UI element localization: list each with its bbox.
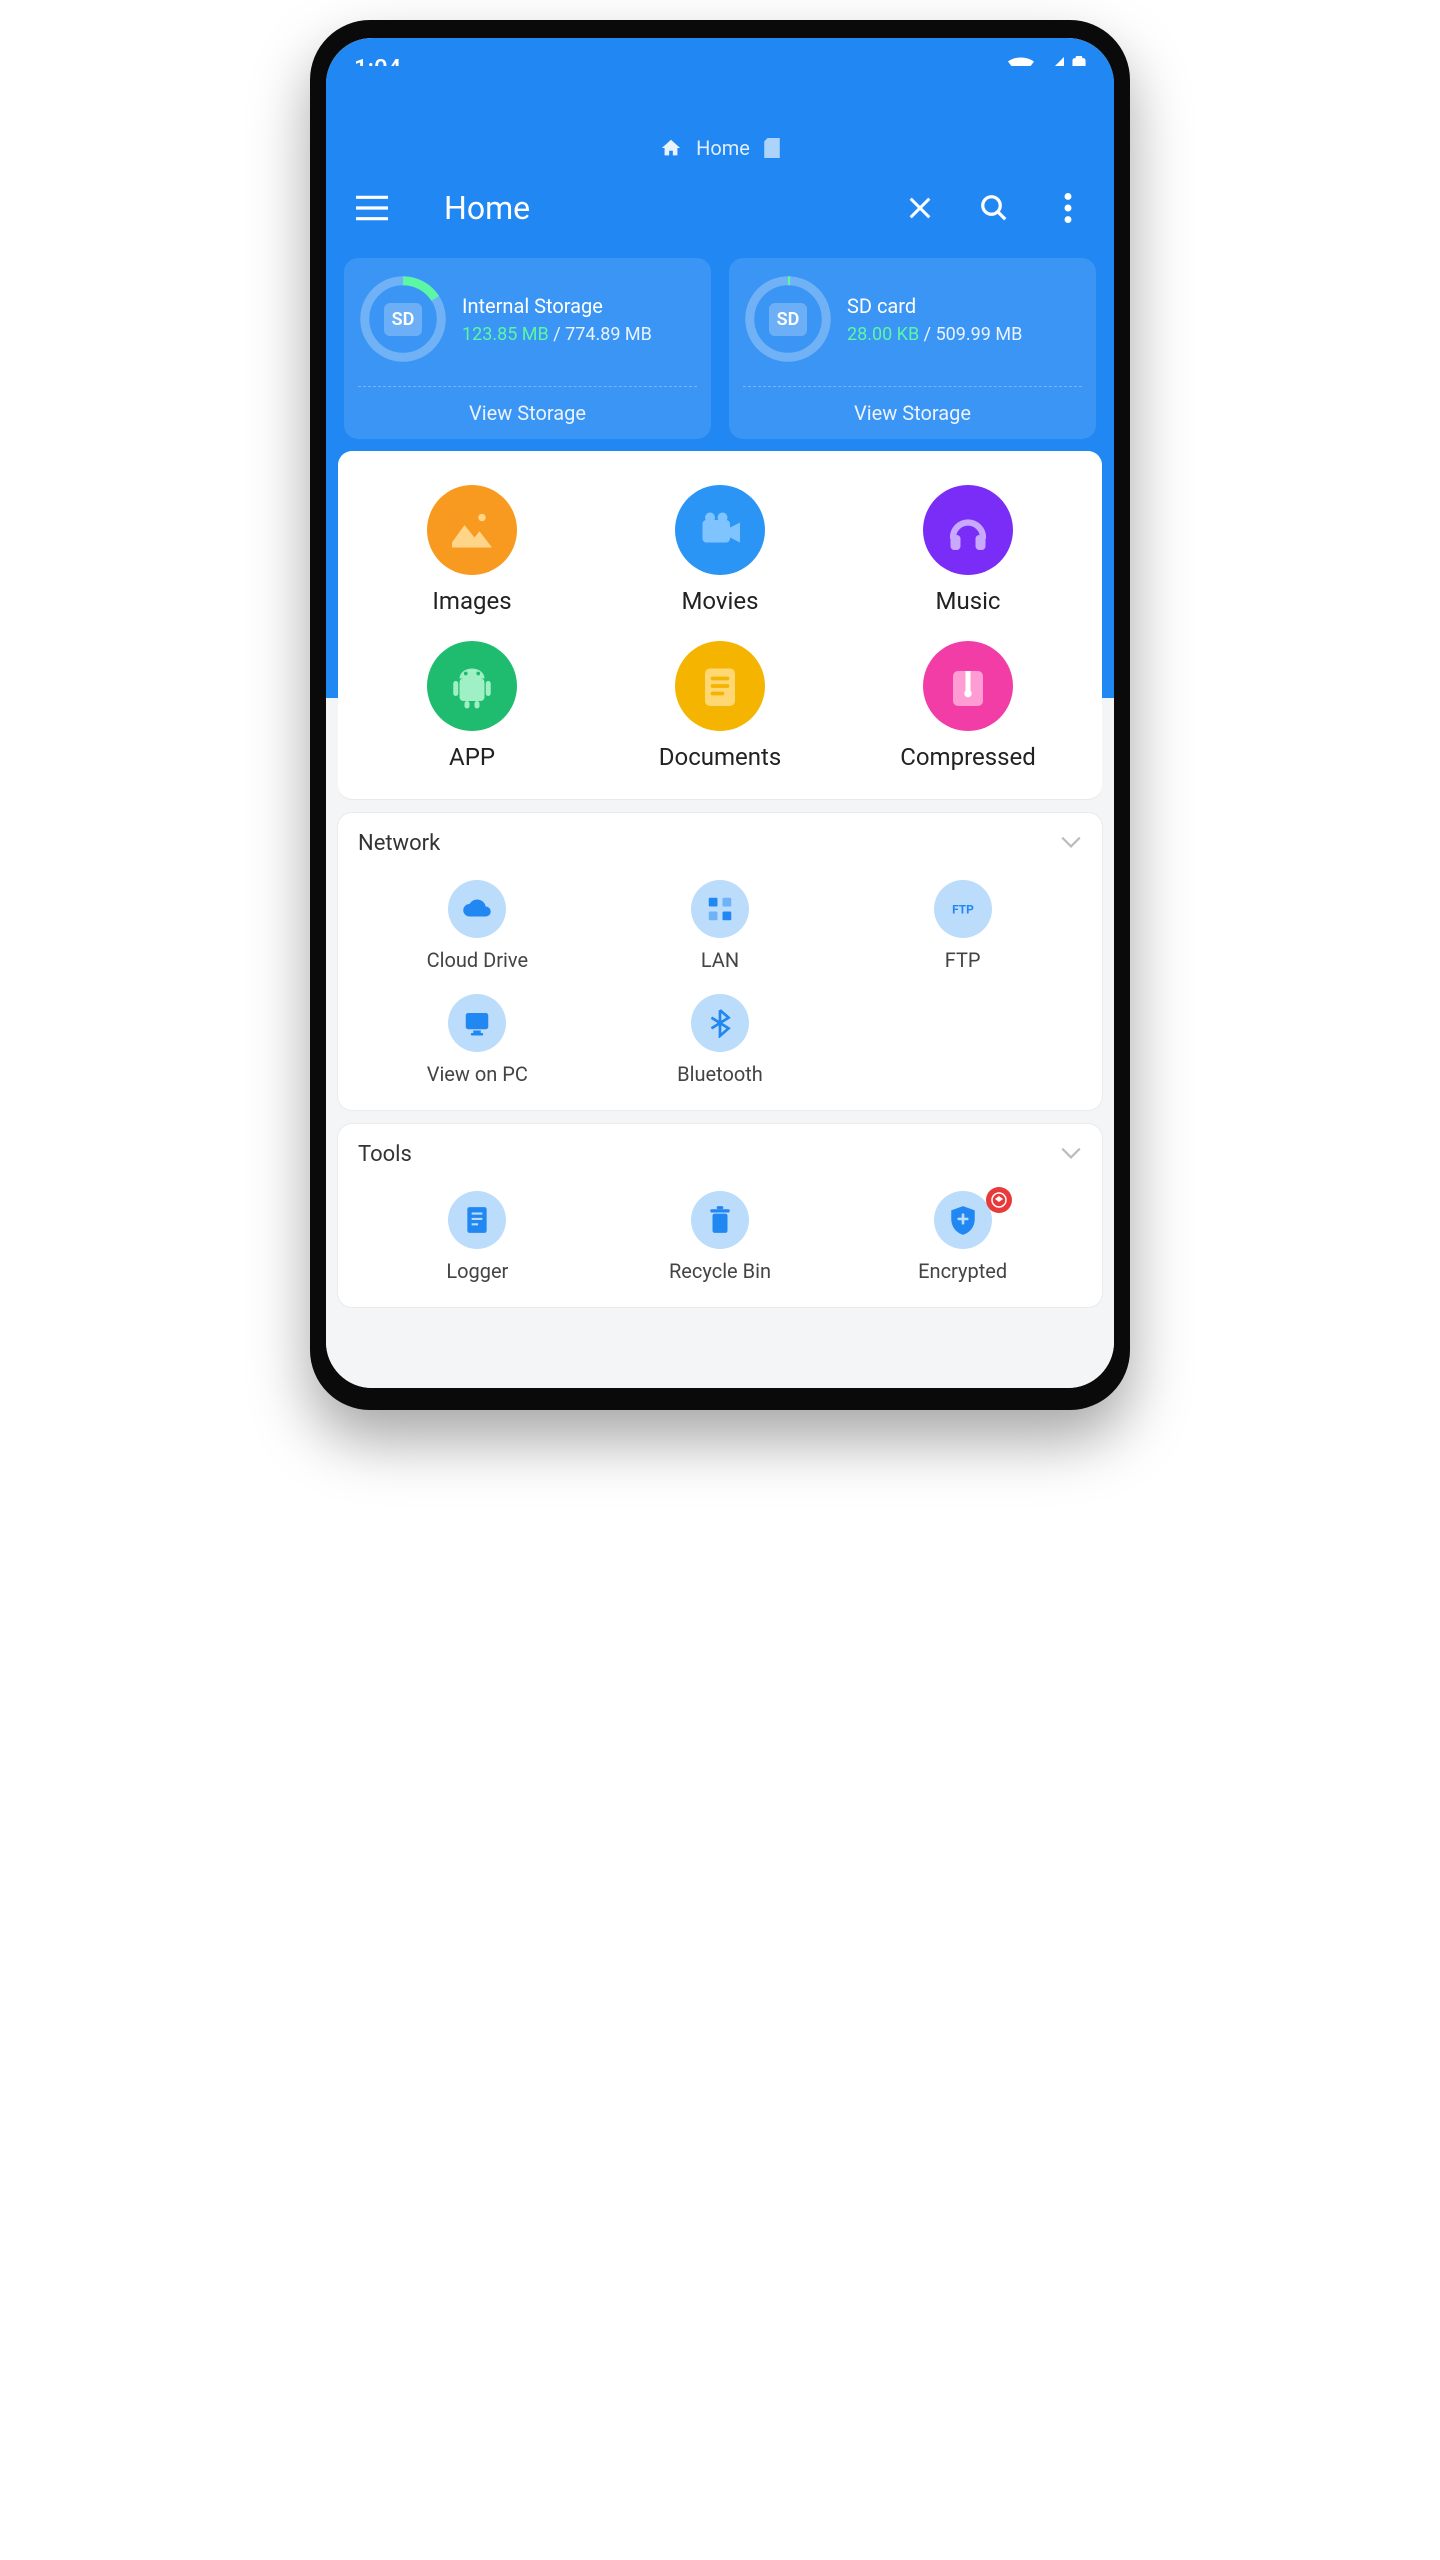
- lan-icon: [691, 880, 749, 938]
- categories-card: Images Movies Music APP Documents Compressed: [338, 451, 1102, 799]
- item-label: LAN: [701, 948, 739, 972]
- category-images[interactable]: Images: [348, 485, 596, 615]
- svg-text:FTP: FTP: [952, 902, 974, 916]
- search-button[interactable]: [972, 186, 1016, 230]
- item-view-on-pc[interactable]: View on PC: [356, 994, 599, 1086]
- storage-card-internal[interactable]: SD Internal Storage 123.85 MB / 774.89 M…: [344, 258, 711, 439]
- storage-usage: 123.85 MB / 774.89 MB: [462, 324, 652, 345]
- item-label: Encrypted: [918, 1259, 1007, 1283]
- item-label: Recycle Bin: [669, 1259, 771, 1283]
- log-icon: [448, 1191, 506, 1249]
- item-label: Logger: [446, 1259, 508, 1283]
- item-cloud-drive[interactable]: Cloud Drive: [356, 880, 599, 972]
- ftp-icon: FTP: [934, 880, 992, 938]
- category-label: APP: [449, 743, 495, 771]
- main-body: ImagesMoviesMusicAPPDocumentsCompressed …: [326, 455, 1114, 1388]
- zip-icon: [923, 641, 1013, 731]
- app-header: Home Home: [326, 66, 1114, 455]
- search-icon: [979, 193, 1009, 223]
- item-label: View on PC: [427, 1062, 528, 1086]
- phone-frame: 1:04 Home Home: [310, 20, 1130, 1410]
- storage-title: Internal Storage: [462, 294, 652, 318]
- storage-ring-icon: SD: [743, 274, 833, 364]
- category-compressed[interactable]: Compressed: [844, 641, 1092, 771]
- top-bar: Home: [326, 186, 1114, 258]
- category-label: Music: [936, 587, 1001, 615]
- item-encrypted[interactable]: Encrypted: [841, 1191, 1084, 1283]
- close-icon: [906, 194, 934, 222]
- overflow-button[interactable]: [1046, 186, 1090, 230]
- storage-title: SD card: [847, 294, 1022, 318]
- chevron-down-icon: [1060, 834, 1082, 853]
- breadcrumb-label: Home: [696, 136, 750, 160]
- bin-icon: [691, 1191, 749, 1249]
- storage-card-sdcard[interactable]: SD SD card 28.00 KB / 509.99 MB View Sto…: [729, 258, 1096, 439]
- notification-badge-icon: [986, 1187, 1012, 1213]
- category-music[interactable]: Music: [844, 485, 1092, 615]
- section-header-tools[interactable]: Tools: [352, 1142, 1088, 1171]
- breadcrumb[interactable]: Home: [326, 136, 1114, 160]
- network-section: Network Cloud Drive LAN FTP FTP View on PC Bl…: [338, 813, 1102, 1110]
- close-button[interactable]: [898, 186, 942, 230]
- image-icon: [427, 485, 517, 575]
- item-label: Cloud Drive: [427, 948, 528, 972]
- bluetooth-icon: [691, 994, 749, 1052]
- category-app[interactable]: APP: [348, 641, 596, 771]
- item-label: Bluetooth: [677, 1062, 763, 1086]
- section-title: Tools: [358, 1142, 412, 1167]
- sd-chip-icon: SD: [384, 303, 423, 336]
- storage-ring-icon: SD: [358, 274, 448, 364]
- category-label: Images: [432, 587, 511, 615]
- storage-usage: 28.00 KB / 509.99 MB: [847, 324, 1022, 345]
- tools-section: Tools Logger Recycle Bin Encrypted: [338, 1124, 1102, 1307]
- doc-icon: [675, 641, 765, 731]
- category-documents[interactable]: Documents: [596, 641, 844, 771]
- screen: 1:04 Home Home: [326, 38, 1114, 1388]
- view-storage-button[interactable]: View Storage: [743, 386, 1082, 439]
- item-bluetooth[interactable]: Bluetooth: [599, 994, 842, 1086]
- page-title: Home: [444, 189, 868, 227]
- storage-row: SD Internal Storage 123.85 MB / 774.89 M…: [326, 258, 1114, 455]
- item-lan[interactable]: LAN: [599, 880, 842, 972]
- item-ftp[interactable]: FTP FTP: [841, 880, 1084, 972]
- monitor-icon: [448, 994, 506, 1052]
- section-title: Network: [358, 831, 440, 856]
- menu-button[interactable]: [350, 186, 394, 230]
- category-label: Movies: [681, 587, 758, 615]
- item-recycle-bin[interactable]: Recycle Bin: [599, 1191, 842, 1283]
- android-icon: [427, 641, 517, 731]
- category-label: Compressed: [900, 743, 1036, 771]
- item-logger[interactable]: Logger: [356, 1191, 599, 1283]
- shield-icon: [934, 1191, 992, 1249]
- view-storage-button[interactable]: View Storage: [358, 386, 697, 439]
- home-icon: [660, 137, 682, 159]
- cloud-icon: [448, 880, 506, 938]
- category-label: Documents: [659, 743, 782, 771]
- hamburger-icon: [356, 195, 388, 221]
- music-icon: [923, 485, 1013, 575]
- item-label: FTP: [945, 948, 981, 972]
- chevron-down-icon: [1060, 1145, 1082, 1164]
- sd-small-icon: [764, 138, 780, 158]
- video-icon: [675, 485, 765, 575]
- category-movies[interactable]: Movies: [596, 485, 844, 615]
- section-header-network[interactable]: Network: [352, 831, 1088, 860]
- sd-chip-icon: SD: [769, 303, 808, 336]
- overflow-icon: [1064, 193, 1072, 223]
